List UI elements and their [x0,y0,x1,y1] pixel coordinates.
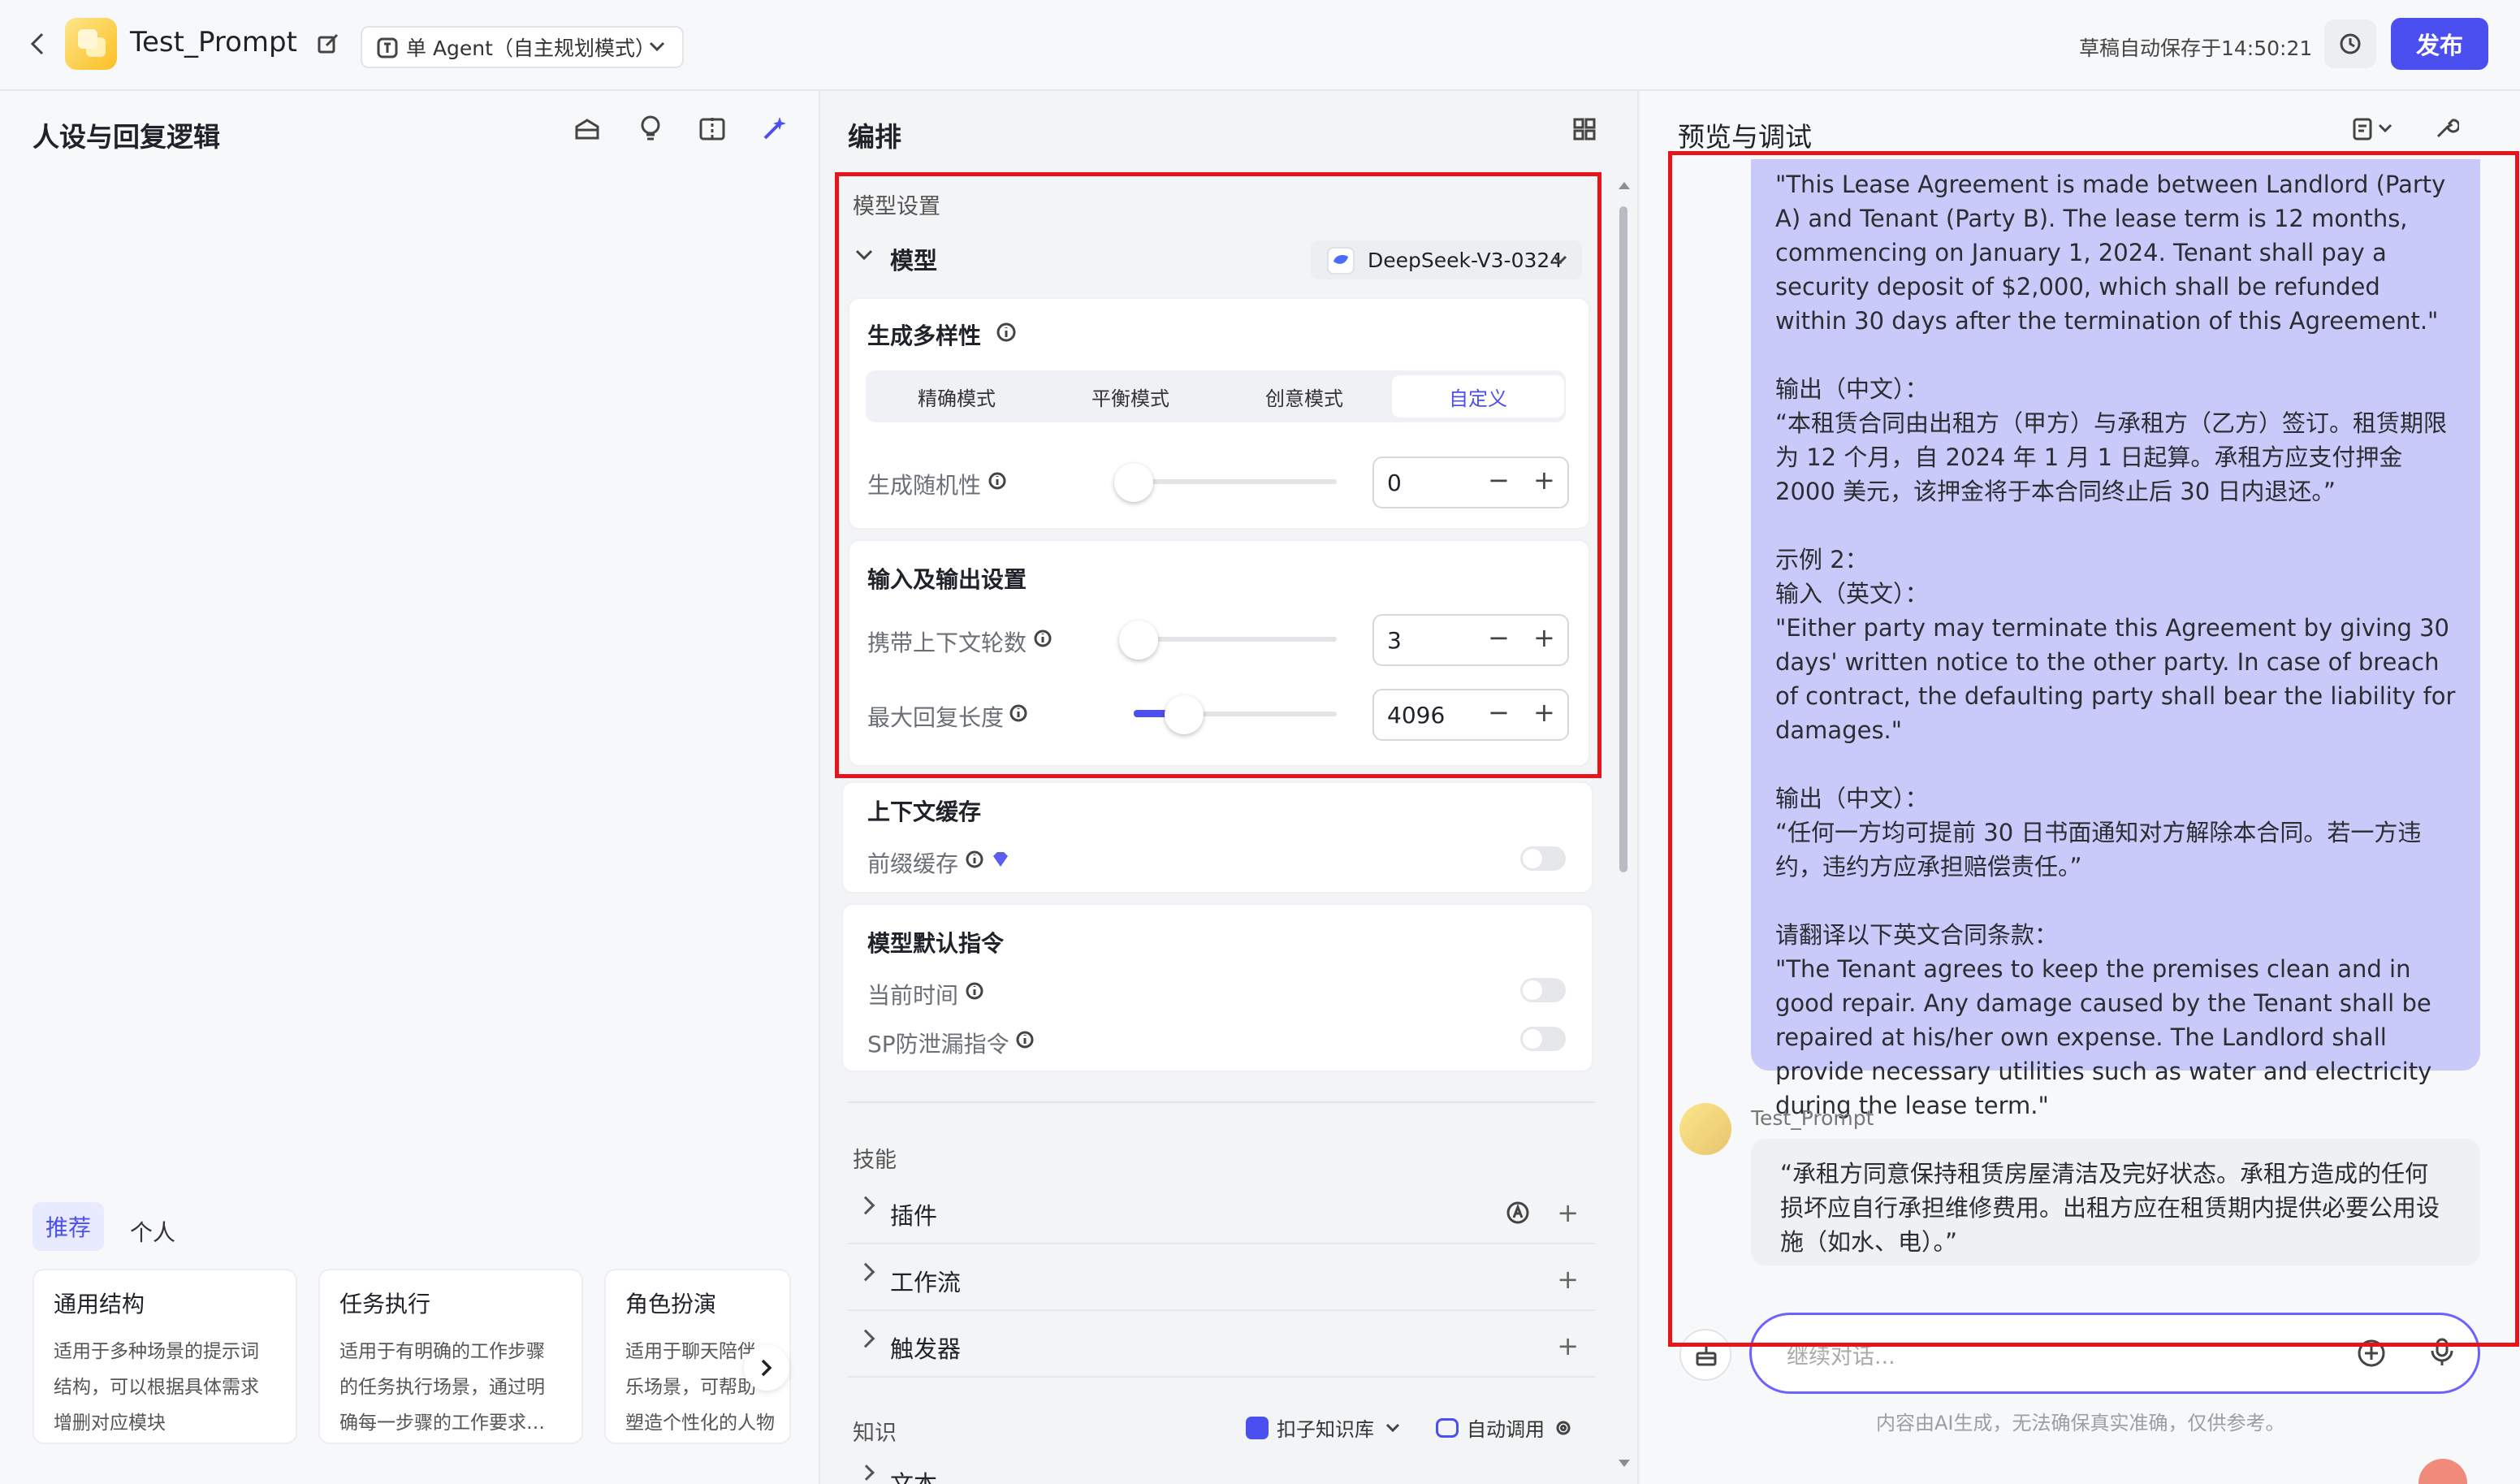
layout-grid-icon[interactable] [1572,117,1597,141]
card-desc-line: 适用于有明确的工作步骤 [339,1341,545,1362]
highlight-box-preview [1668,151,2519,1347]
history-button[interactable] [2324,19,2376,68]
sp-leak-toggle[interactable] [1520,1027,1566,1051]
skill-label: 工作流 [890,1269,962,1296]
cards-next-button[interactable] [744,1345,789,1391]
divider [848,1101,1595,1103]
card-desc-line: 的任务执行场景，通过明 [339,1377,545,1398]
tab-recommended[interactable]: 推荐 [32,1202,104,1251]
chevron-right-icon [856,1262,875,1282]
tab-personal[interactable]: 个人 [130,1215,175,1248]
draft-save-status: 草稿自动保存于14:50:21 [2079,37,2313,60]
context-cache-title: 上下文缓存 [867,798,982,825]
prefix-cache-toggle[interactable] [1520,846,1566,871]
add-workflow-button[interactable]: + [1557,1264,1579,1295]
sp-leak-label: SP防泄漏指令 [867,1031,1009,1058]
card-desc-line: 结构，可以根据具体需求 [54,1377,259,1398]
app-title: Test_Prompt [130,26,297,58]
back-arrow-icon[interactable] [28,31,47,57]
card-desc-line: 塑造个性化的人物 [625,1413,775,1434]
prompt-library-icon[interactable] [573,115,601,143]
preview-title: 预览与调试 [1678,121,1812,153]
chevron-right-icon [856,1196,875,1215]
auto-call-selector[interactable]: 自动调用 [1436,1413,1572,1442]
skill-label: 插件 [890,1202,938,1230]
skill-row-plugins[interactable]: 插件 + [848,1179,1595,1244]
agent-mode-label: 单 Agent（自主规划模式） [406,37,655,60]
knowledge-text-row[interactable]: 文本 [890,1470,937,1484]
default-instructions-title: 模型默认指令 [867,930,1005,957]
info-icon [965,850,984,869]
wrench-icon[interactable] [2433,115,2459,141]
chevron-right-icon [760,1358,773,1378]
history-icon [2339,32,2362,55]
skill-label: 触发器 [890,1335,962,1363]
info-icon [965,981,984,1001]
publish-button[interactable]: 发布 [2391,18,2488,70]
lightbulb-icon[interactable] [637,114,664,143]
card-title: 通用结构 [54,1291,145,1317]
skills-title: 技能 [853,1148,897,1173]
auto-mode-icon[interactable] [1506,1201,1530,1225]
skill-row-trigger[interactable]: 触发器 + [848,1313,1595,1378]
debug-doc-icon[interactable] [2352,117,2399,141]
robot-icon [1436,1417,1459,1438]
template-card-general[interactable]: 通用结构 适用于多种场景的提示词 结构，可以根据具体需求 增删对应模块 [32,1269,297,1444]
knowledge-title: 知识 [853,1421,897,1446]
orchestration-title: 编排 [848,121,901,153]
prefix-cache-label: 前缀缓存 [867,850,959,877]
card-title: 任务执行 [339,1291,431,1317]
scrollbar-thumb[interactable] [1619,206,1627,872]
knowledge-base-label: 扣子知识库 [1277,1418,1374,1441]
highlight-box-model-settings [835,172,1601,778]
chevron-down-icon [1385,1423,1400,1433]
add-trigger-button[interactable]: + [1557,1330,1579,1361]
chevron-down-icon [648,41,666,54]
persona-panel-title: 人设与回复逻辑 [32,121,220,153]
agent-mode-icon [377,37,398,58]
info-icon [1015,1030,1035,1049]
ai-disclaimer: 内容由AI生成，无法确保真实准确，仅供参考。 [1876,1412,2285,1434]
scroll-down-arrow[interactable] [1618,1459,1631,1469]
edit-icon[interactable] [317,32,339,55]
current-time-toggle[interactable] [1520,978,1566,1002]
card-desc-line: 增删对应模块 [54,1413,166,1434]
chevron-right-icon [856,1329,875,1348]
agent-mode-selector[interactable]: 单 Agent（自主规划模式） [361,26,684,68]
card-desc-line: 适用于多种场景的提示词 [54,1341,259,1362]
auto-call-label: 自动调用 [1467,1418,1545,1441]
compare-icon[interactable] [698,115,726,143]
settings-gear-icon [1554,1419,1572,1437]
knowledge-base-selector[interactable]: 扣子知识库 [1246,1413,1400,1442]
card-title: 角色扮演 [625,1291,717,1317]
add-plugin-button[interactable]: + [1557,1197,1579,1228]
ai-optimize-icon[interactable] [760,114,789,143]
current-time-label: 当前时间 [867,982,959,1009]
skill-row-workflow[interactable]: 工作流 + [848,1246,1595,1311]
card-desc-line: 确每一步骤的工作要求… [339,1413,545,1434]
template-card-task[interactable]: 任务执行 适用于有明确的工作步骤 的任务执行场景，通过明 确每一步骤的工作要求… [318,1269,583,1444]
scroll-up-arrow[interactable] [1618,180,1631,190]
app-logo [65,18,117,70]
premium-diamond-icon [991,850,1010,869]
knowledge-base-icon [1246,1416,1269,1439]
